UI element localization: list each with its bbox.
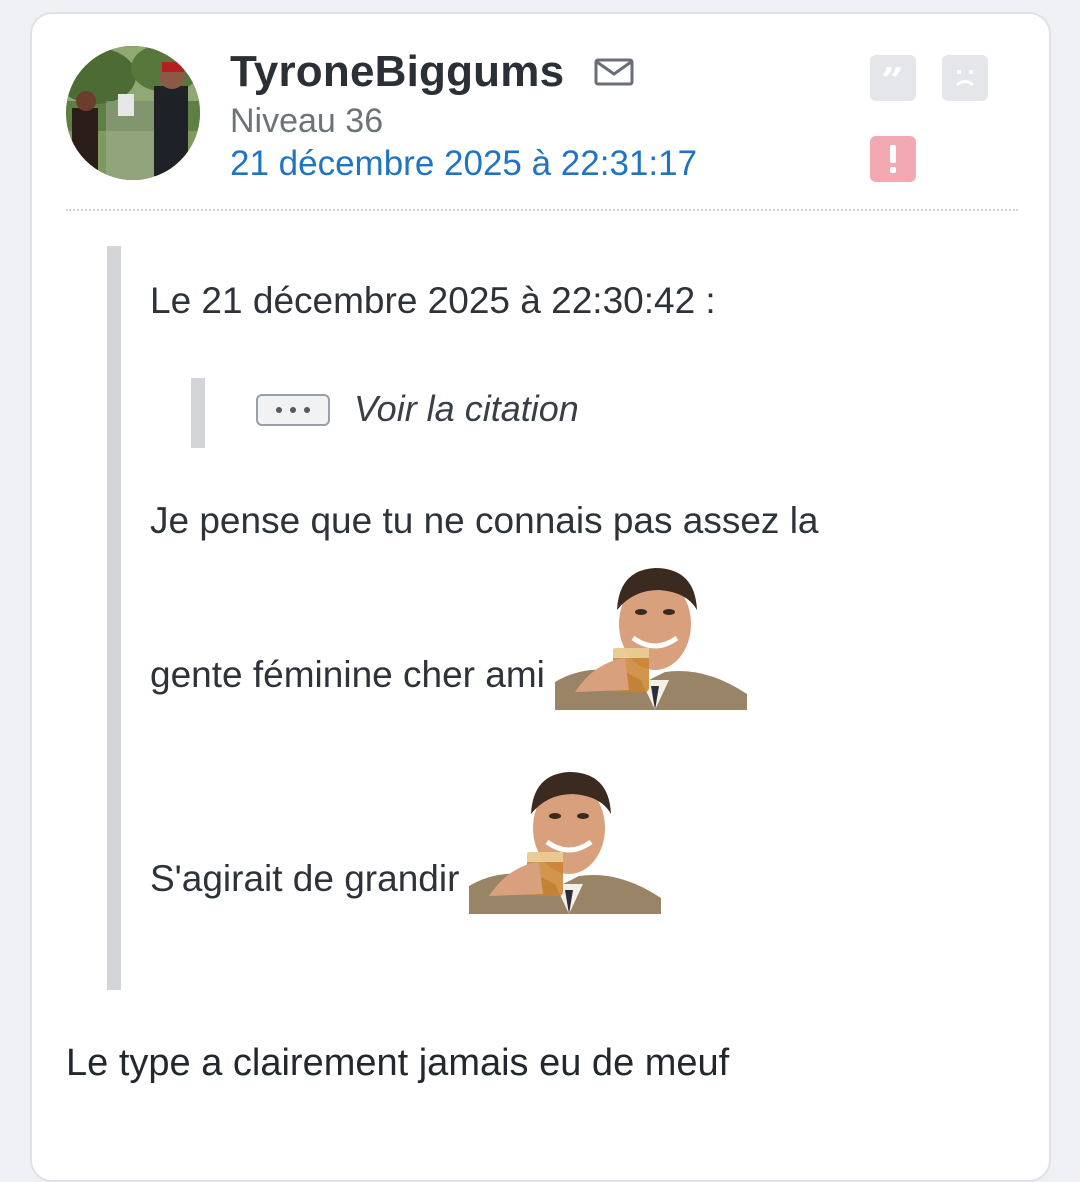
quote-meta: Le 21 décembre 2025 à 22:30:42 :: [150, 280, 716, 321]
quote-line: S'agirait de grandir: [150, 766, 662, 914]
quote-icon: ”: [881, 67, 904, 89]
dot-icon: [304, 407, 310, 413]
report-button[interactable]: [870, 136, 916, 182]
user-level: Niveau 36: [230, 102, 384, 140]
post-card: TyroneBiggums Niveau 36 21 décembre 2025…: [30, 12, 1051, 1182]
laughing-man-sticker: [469, 772, 662, 914]
header-divider: [66, 209, 1018, 211]
quote-button[interactable]: ”: [870, 55, 916, 101]
quote-text: gente féminine cher ami: [150, 654, 545, 695]
post-date-link[interactable]: 21 décembre 2025 à 22:31:17: [230, 144, 697, 184]
username-link[interactable]: TyroneBiggums: [230, 47, 564, 97]
post-message: Le type a clairement jamais eu de meuf: [66, 1042, 730, 1084]
sad-button[interactable]: [942, 55, 988, 101]
quote-text: Je pense que tu ne connais pas assez la: [150, 500, 819, 541]
svg-text:”: ”: [881, 67, 904, 89]
author-row: TyroneBiggums: [230, 44, 634, 100]
quote-bar: [107, 246, 121, 990]
avatar[interactable]: [66, 46, 200, 180]
expand-quote-button[interactable]: [256, 394, 330, 426]
laughing-man-sticker: [554, 568, 747, 710]
quote-line: Je pense que tu ne connais pas assez la: [150, 500, 819, 542]
nested-quote-bar: [191, 378, 205, 448]
quote-line: gente féminine cher ami: [150, 562, 747, 710]
sad-face-icon: [956, 70, 974, 87]
report-icon: [890, 145, 896, 173]
view-quote-label[interactable]: Voir la citation: [354, 388, 579, 430]
dot-icon: [276, 407, 282, 413]
mail-icon[interactable]: [594, 57, 634, 87]
dot-icon: [290, 407, 296, 413]
quote-text: S'agirait de grandir: [150, 858, 460, 899]
